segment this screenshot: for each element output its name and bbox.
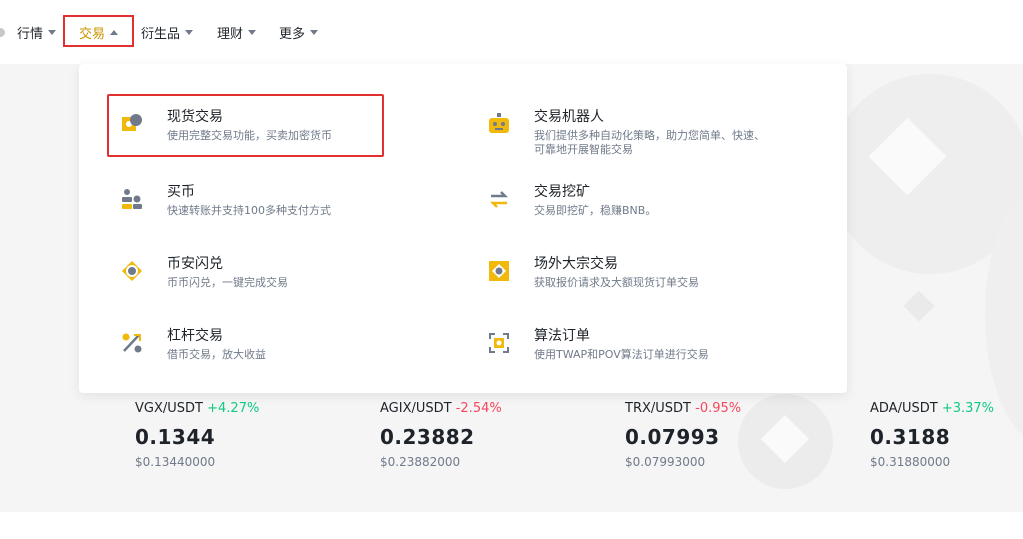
ticker-header: VGX/USDT +4.27% <box>135 400 355 418</box>
caret-down-icon <box>248 29 257 35</box>
menu-item-desc: 借币交易，放大收益 <box>167 348 266 361</box>
ticker-usd-price: $0.07993000 <box>625 455 706 469</box>
nav-edge-fragment <box>0 28 5 37</box>
menu-item-title: 杠杆交易 <box>167 328 223 344</box>
ticker-price: 0.07993 <box>625 425 720 449</box>
menu-item-text: 杠杆交易 借币交易，放大收益 <box>167 326 407 362</box>
ticker-pair: AGIX/USDT <box>380 401 452 416</box>
ticker-usd-price: $0.23882000 <box>380 455 461 469</box>
menu-item-desc: 币币闪兑，一键完成交易 <box>167 276 288 289</box>
menu-item-text: 交易挖矿 交易即挖矿，稳赚BNB。 <box>534 182 774 218</box>
ticker-card[interactable]: AGIX/USDT -2.54% 0.23882 $0.23882000 <box>380 400 600 470</box>
menu-item-text: 场外大宗交易 获取报价请求及大额现货订单交易 <box>534 254 774 290</box>
menu-item-title: 买币 <box>167 184 195 200</box>
ticker-change: -2.54% <box>455 401 502 416</box>
swap-arrows-icon <box>489 191 509 208</box>
nav-item-markets[interactable]: 行情 <box>17 22 57 42</box>
menu-item-text: 算法订单 使用TWAP和POV算法订单进行交易 <box>534 326 774 362</box>
ticker-change: +3.37% <box>941 401 995 416</box>
nav-item-label: 衍生品 <box>141 26 181 42</box>
menu-item-desc: 交易即挖矿，稳赚BNB。 <box>534 204 657 217</box>
ticker-header: ADA/USDT +3.37% <box>870 400 1020 418</box>
menu-item-text: 交易机器人 我们提供多种自动化策略，助力您简单、快速、可靠地开展智能交易 <box>534 107 774 157</box>
menu-item-title: 交易挖矿 <box>534 184 590 200</box>
nav-item-label: 行情 <box>17 26 44 42</box>
algo-order-icon <box>489 333 509 353</box>
ticker-pair: VGX/USDT <box>135 401 203 416</box>
menu-item-title: 场外大宗交易 <box>534 256 618 272</box>
annotation-box-spot-trade <box>107 94 384 157</box>
menu-item-desc: 快速转账并支持100多种支付方式 <box>167 204 331 217</box>
nav-item-label: 理财 <box>217 26 244 42</box>
ticker-price: 0.23882 <box>380 425 475 449</box>
decor-diamond <box>903 290 935 322</box>
menu-item-title: 交易机器人 <box>534 109 604 125</box>
menu-item-title: 币安闪兑 <box>167 256 223 272</box>
ticker-header: AGIX/USDT -2.54% <box>380 400 600 418</box>
nav-item-earn[interactable]: 理财 <box>217 22 257 42</box>
ticker-header: TRX/USDT -0.95% <box>625 400 845 418</box>
ticker-pair: ADA/USDT <box>870 401 938 416</box>
menu-item-text: 买币 快速转账并支持100多种支付方式 <box>167 182 407 218</box>
ticker-card[interactable]: TRX/USDT -0.95% 0.07993 $0.07993000 <box>625 400 845 470</box>
robot-icon <box>489 113 509 133</box>
top-nav: 行情 交易 衍生品 理财 更多 <box>0 0 1023 64</box>
page-footer-strip <box>0 512 1023 539</box>
annotation-box-trade-nav <box>63 15 134 47</box>
menu-item-desc: 获取报价请求及大额现货订单交易 <box>534 276 699 289</box>
caret-down-icon <box>48 29 57 35</box>
ticker-usd-price: $0.13440000 <box>135 455 216 469</box>
ticker-usd-price: $0.31880000 <box>870 455 951 469</box>
menu-item-title: 算法订单 <box>534 328 590 344</box>
menu-item-desc: 使用TWAP和POV算法订单进行交易 <box>534 348 709 361</box>
ticker-card[interactable]: VGX/USDT +4.27% 0.1344 $0.13440000 <box>135 400 355 470</box>
ticker-price: 0.1344 <box>135 425 216 449</box>
nav-item-more[interactable]: 更多 <box>279 22 319 42</box>
buy-crypto-icon <box>122 189 142 209</box>
ticker-pair: TRX/USDT <box>625 401 691 416</box>
caret-down-icon <box>185 29 194 35</box>
ticker-change: -0.95% <box>695 401 742 416</box>
nav-item-derivatives[interactable]: 衍生品 <box>141 22 194 42</box>
otc-icon <box>489 261 509 281</box>
ticker-change: +4.27% <box>207 401 260 416</box>
margin-icon <box>122 333 142 353</box>
caret-down-icon <box>310 29 319 35</box>
nav-item-label: 更多 <box>279 26 306 42</box>
ticker-card[interactable]: ADA/USDT +3.37% 0.3188 $0.31880000 <box>870 400 1020 470</box>
convert-icon <box>122 261 142 281</box>
menu-item-text: 币安闪兑 币币闪兑，一键完成交易 <box>167 254 407 290</box>
ticker-price: 0.3188 <box>870 425 951 449</box>
menu-item-desc: 我们提供多种自动化策略，助力您简单、快速、可靠地开展智能交易 <box>534 129 765 156</box>
